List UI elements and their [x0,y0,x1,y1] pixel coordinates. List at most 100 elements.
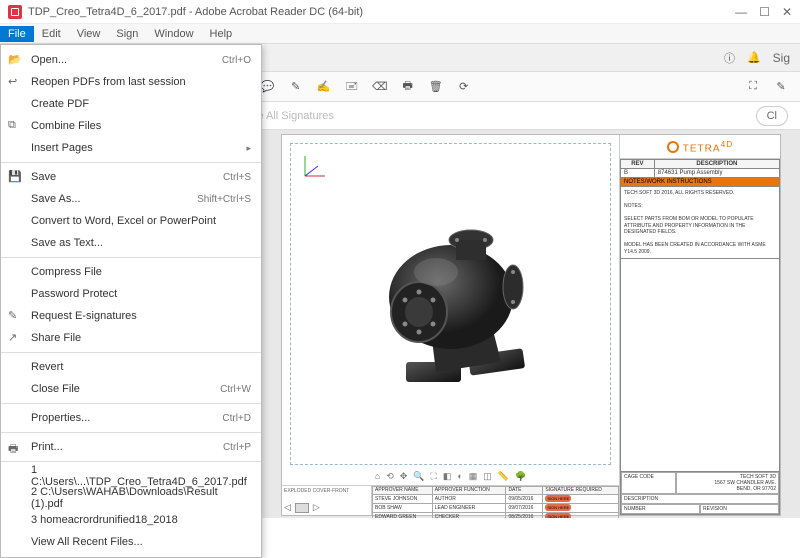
notes-header: NOTES/WORK INSTRUCTIONS [620,178,780,187]
rotate-icon[interactable]: ⟳ [455,78,473,96]
vt-fit-icon[interactable]: ⛶ [431,471,437,482]
notes-line: NOTES: [624,203,776,210]
vt-shade-icon[interactable]: ◐ [457,471,462,481]
file-insert-pages[interactable]: Insert Pages▸ [1,137,261,159]
vt-iso-icon[interactable]: ◧ [443,471,452,482]
logo-mark-icon [667,141,679,153]
vt-wire-icon[interactable]: ▦ [469,471,478,482]
chevron-right-icon: ▸ [246,143,251,154]
share-icon: ↗ [8,331,22,345]
file-view-all-recent[interactable]: View All Recent Files... [1,531,261,553]
file-close[interactable]: Close FileCtrl+W [1,378,261,400]
minimize-button[interactable]: — [735,5,747,19]
delete-icon[interactable]: 🗑 [427,78,445,96]
sign-field[interactable]: SIGN HERE [545,513,571,518]
file-properties[interactable]: Properties...Ctrl+D [1,407,261,429]
bell-icon[interactable]: 🔔 [747,51,761,64]
spacer [620,259,780,471]
table-row: STEVE JOHNSONAUTHOR09/05/2016SIGN HERE [373,495,619,504]
file-compress[interactable]: Compress File [1,261,261,283]
vt-tree-icon[interactable]: 🌳 [515,471,526,482]
titlebar: TDP_Creo_Tetra4D_6_2017.pdf - Adobe Acro… [0,0,800,24]
file-recent-3[interactable]: 3 homeacrordrunified18_2018 [1,509,261,531]
vt-rotate-icon[interactable]: ⟲ [386,471,394,482]
folder-open-icon: 📂 [8,53,22,67]
share-icon[interactable]: ⛶ [744,78,762,96]
file-share[interactable]: ↗Share File [1,327,261,349]
file-menu-dropdown: 📂Open...Ctrl+O ↩Reopen PDFs from last se… [0,44,262,558]
close-button[interactable]: ✕ [782,5,792,19]
next-view-icon[interactable]: ▷ [313,502,320,513]
file-convert[interactable]: Convert to Word, Excel or PowerPoint [1,210,261,232]
file-revert[interactable]: Revert [1,356,261,378]
pen-icon: ✎ [8,309,22,323]
rev-header: REV [621,160,655,169]
file-password-protect[interactable]: Password Protect [1,283,261,305]
file-create-pdf[interactable]: Create PDF [1,93,261,115]
file-save[interactable]: 💾SaveCtrl+S [1,166,261,188]
file-print[interactable]: 🖶Print...Ctrl+P [1,436,261,458]
approval-table: APPROVER NAMEAPPROVER FUNCTIONDATESIGNAT… [372,486,619,518]
pump-model[interactable] [341,202,561,402]
print-icon: 🖶 [8,440,22,454]
notes-line: TECH SOFT 3D 2016, ALL RIGHTS RESERVED. [624,190,776,197]
menu-file[interactable]: File [0,26,34,42]
vt-measure-icon[interactable]: 📏 [498,471,509,482]
vt-section-icon[interactable]: ◫ [483,471,492,482]
cage-label: CAGE CODE [621,472,676,494]
file-reopen[interactable]: ↩Reopen PDFs from last session [1,71,261,93]
sign-field[interactable]: SIGN HERE [545,495,571,502]
stamp-icon[interactable]: 🖃 [343,78,361,96]
file-save-as[interactable]: Save As...Shift+Ctrl+S [1,188,261,210]
help-icon[interactable]: ⓘ [724,50,735,66]
vt-home-icon[interactable]: ⌂ [375,471,380,481]
erase-icon[interactable]: ⌫ [371,78,389,96]
file-open[interactable]: 📂Open...Ctrl+O [1,49,261,71]
maximize-button[interactable]: ☐ [759,5,770,19]
separator [1,403,261,404]
separator [1,162,261,163]
cage-revision-label: REVISION [700,504,779,514]
approval-panel: EXPLODED COVER-FRONT ◁▷ APPROVER NAMEAPP… [282,485,619,515]
file-save-as-text[interactable]: Save as Text... [1,232,261,254]
print-icon[interactable]: 🖶 [399,78,417,96]
highlight-icon[interactable]: ✎ [287,78,305,96]
more-icon[interactable]: ✎ [772,78,790,96]
window-title: TDP_Creo_Tetra4D_6_2017.pdf - Adobe Acro… [28,6,363,18]
file-combine[interactable]: ⧉Combine Files [1,115,261,137]
vt-zoom-icon[interactable]: 🔍 [413,471,424,482]
close-panel-button[interactable]: Cl [756,106,788,126]
document-area: ⌂ ⟲ ✥ 🔍 ⛶ ◧ ◐ ▦ ◫ 📏 🌳 EXPLODED COVER-FRO… [262,130,800,518]
tetra4d-logo: TETRA4D [620,135,780,159]
menu-edit[interactable]: Edit [34,26,69,42]
desc-value: 874631 Pump Assembly [654,169,779,178]
title-block: TETRA4D REVDESCRIPTION B874631 Pump Asse… [620,135,780,515]
cage-block: CAGE CODETECH SOFT 3D1567 SW CHANDLER AV… [620,471,780,515]
sign-field[interactable]: SIGN HERE [545,504,571,511]
save-icon: 💾 [8,170,22,184]
revision-table: REVDESCRIPTION B874631 Pump Assembly [620,159,780,178]
file-recent-2[interactable]: 2 C:\Users\WAHAB\Downloads\Result (1).pd… [1,487,261,509]
cage-number-label: NUMBER [621,504,700,514]
desc-header: DESCRIPTION [654,160,779,169]
signin-link[interactable]: Sig [773,51,790,65]
cover-label: COVER-FRONT [313,488,350,494]
prev-view-icon[interactable]: ◁ [284,502,291,513]
file-recent-1[interactable]: 1 C:\Users\...\TDP_Creo_Tetra4D_6_2017.p… [1,465,261,487]
notes-line: SELECT PARTS FROM BOM OR MODEL TO POPULA… [624,216,776,236]
menu-view[interactable]: View [69,26,109,42]
window-controls: — ☐ ✕ [735,5,792,19]
model-viewport[interactable]: ⌂ ⟲ ✥ 🔍 ⛶ ◧ ◐ ▦ ◫ 📏 🌳 EXPLODED COVER-FRO… [282,135,620,515]
viewport-toolbar: ⌂ ⟲ ✥ 🔍 ⛶ ◧ ◐ ▦ ◫ 📏 🌳 [282,467,619,485]
view-selector: EXPLODED COVER-FRONT ◁▷ [282,486,372,515]
sign-icon[interactable]: ✍ [315,78,333,96]
thumbnail-icon[interactable] [295,503,309,513]
menu-window[interactable]: Window [146,26,201,42]
menubar: File Edit View Sign Window Help [0,24,800,44]
vt-pan-icon[interactable]: ✥ [400,471,408,482]
menu-sign[interactable]: Sign [108,26,146,42]
file-request-esignatures[interactable]: ✎Request E-signatures [1,305,261,327]
menu-help[interactable]: Help [202,26,241,42]
table-row: BOB SHAWLEAD ENGINEER09/07/2016SIGN HERE [373,504,619,513]
cage-desc-label: DESCRIPTION [621,494,779,504]
